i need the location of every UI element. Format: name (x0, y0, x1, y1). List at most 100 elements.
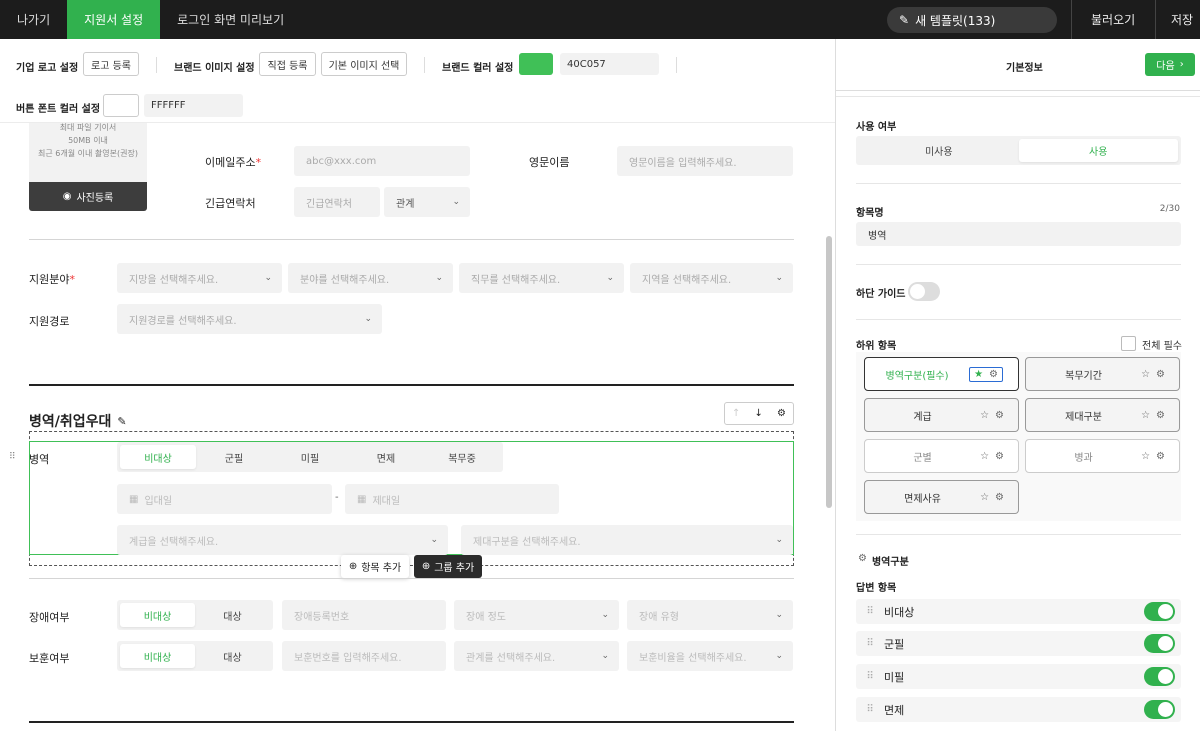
section-divider (29, 721, 794, 723)
drag-handle-icon[interactable]: ⠿ (856, 671, 884, 682)
login-preview-tab[interactable]: 로그인 화면 미리보기 (160, 0, 301, 39)
emergency-input[interactable]: 긴급연락처 (294, 187, 380, 217)
gear-icon[interactable]: ⚙ (1156, 410, 1165, 421)
military-tab[interactable]: 미필 (272, 445, 348, 469)
discharge-date-input[interactable]: ▦ 제대일 (345, 484, 559, 514)
gear-icon: ⚙ (858, 553, 867, 564)
disability-level-select[interactable]: 장애 정도 ⌄ (454, 600, 619, 630)
gear-icon[interactable]: ⚙ (995, 410, 1004, 421)
answer-toggle[interactable] (1144, 700, 1175, 719)
gear-icon[interactable]: ⚙ (989, 369, 998, 380)
add-group-button[interactable]: ⊕ 그룹 추가 (414, 555, 482, 578)
drag-handle-icon[interactable]: ⠿ (856, 638, 884, 649)
relation-select[interactable]: 관계 ⌄ (384, 187, 470, 217)
direct-register-button[interactable]: 직접 등록 (259, 52, 316, 76)
gear-icon[interactable]: ⚙ (777, 408, 786, 419)
usage-tab[interactable]: 미사용 (859, 139, 1019, 162)
brand-color-swatch[interactable] (519, 53, 553, 75)
logo-label: 기업 로고 설정 (16, 63, 79, 74)
answer-toggle[interactable] (1144, 602, 1175, 621)
job-select[interactable]: 직무를 선택해주세요. ⌄ (459, 263, 624, 293)
answer-toggle[interactable] (1144, 667, 1175, 686)
english-name-input[interactable]: 영문이름을 입력해주세요. (617, 146, 793, 176)
veteran-tab[interactable]: 대상 (195, 644, 270, 668)
sub-item-chip[interactable]: 군별 ☆ ⚙ (864, 439, 1019, 473)
pencil-icon[interactable]: ✎ (117, 415, 126, 428)
new-template-button[interactable]: ✎ 새 템플릿(133) (887, 7, 1057, 33)
star-icon[interactable]: ☆ (1141, 369, 1150, 380)
photo-register-button[interactable]: ◉ 사진등록 (29, 182, 147, 211)
load-button[interactable]: 불러오기 (1091, 0, 1135, 39)
disability-tab[interactable]: 대상 (195, 603, 270, 627)
drag-handle-icon[interactable]: ⠿ (856, 606, 884, 617)
add-item-button[interactable]: ⊕ 항목 추가 (341, 555, 409, 578)
military-tab[interactable]: 복무중 (424, 445, 500, 469)
divider (856, 264, 1181, 265)
arrow-up-icon[interactable]: ↑ (732, 408, 740, 419)
route-select[interactable]: 지원경로를 선택해주세요. ⌄ (117, 304, 382, 334)
usage-tab[interactable]: 사용 (1018, 139, 1178, 162)
logo-register-button[interactable]: 로고 등록 (83, 52, 139, 76)
military-section-label: 병역/취업우대 (29, 414, 112, 430)
star-icon[interactable]: ☆ (1141, 410, 1150, 421)
disability-type-select[interactable]: 장애 유형 ⌄ (627, 600, 793, 630)
sub-item-chip[interactable]: 제대구분 ☆ ⚙ (1025, 398, 1180, 432)
enlist-date-input[interactable]: ▦ 입대일 (117, 484, 332, 514)
next-button[interactable]: 다음 › (1145, 53, 1195, 76)
chevron-down-icon: ⌄ (264, 273, 272, 283)
form-editor: 최대 파일 기이서 50MB 이내 최근 6개월 이내 촬영본(권장) ◉ 사진… (0, 123, 820, 731)
gear-icon[interactable]: ⚙ (995, 492, 1004, 503)
sub-items-grid: 병역구분(필수) ★ ⚙ 복무기간 ☆ ⚙ 계급 ☆ ⚙ 제대구분 ☆ ⚙ 군별 ☆ ⚙ … (856, 352, 1181, 521)
sub-item-chip[interactable]: 병과 ☆ ⚙ (1025, 439, 1180, 473)
sub-item-chip[interactable]: 면제사유 ☆ ⚙ (864, 480, 1019, 514)
item-name-input[interactable]: 병역 (856, 222, 1181, 246)
veteran-ratio-select[interactable]: 보훈비율을 선택해주세요. ⌄ (627, 641, 793, 671)
gear-icon[interactable]: ⚙ (1156, 451, 1165, 462)
region-select[interactable]: 지역을 선택해주세요. ⌄ (630, 263, 793, 293)
divider (676, 57, 677, 73)
veteran-relation-select[interactable]: 관계를 선택해주세요. ⌄ (454, 641, 619, 671)
military-tab[interactable]: 군필 (196, 445, 272, 469)
star-icon[interactable]: ☆ (980, 451, 989, 462)
veteran-number-input[interactable]: 보훈번호를 입력해주세요. (282, 641, 446, 671)
bottom-guide-toggle[interactable] (908, 282, 940, 301)
drag-handle-icon[interactable]: ⠿ (9, 452, 16, 462)
hope-select[interactable]: 지망을 선택해주세요. ⌄ (117, 263, 282, 293)
gear-icon[interactable]: ⚙ (995, 451, 1004, 462)
star-icon[interactable]: ☆ (980, 492, 989, 503)
discharge-type-select[interactable]: 제대구분을 선택해주세요. ⌄ (461, 525, 793, 555)
arrow-down-icon[interactable]: ↓ (755, 408, 763, 419)
sub-item-label: 병역구분(필수) (885, 370, 949, 382)
sub-item-chip[interactable]: 복무기간 ☆ ⚙ (1025, 357, 1180, 391)
star-icon[interactable]: ☆ (1141, 451, 1150, 462)
rank-select[interactable]: 계급을 선택해주세요. ⌄ (117, 525, 448, 555)
settings-tab[interactable]: 지원서 설정 (67, 0, 161, 39)
default-image-button[interactable]: 기본 이미지 선택 (321, 52, 407, 76)
font-color-swatch[interactable] (103, 94, 139, 117)
area-select[interactable]: 분야를 선택해주세요. ⌄ (288, 263, 453, 293)
military-tab[interactable]: 면제 (348, 445, 424, 469)
sub-item-chip[interactable]: 계급 ☆ ⚙ (864, 398, 1019, 432)
sub-item-label: 제대구분 (1065, 411, 1102, 423)
answer-toggle[interactable] (1144, 634, 1175, 653)
sub-item-chip[interactable]: 병역구분(필수) ★ ⚙ (864, 357, 1019, 391)
star-filled-icon[interactable]: ★ (974, 369, 983, 380)
disability-tab[interactable]: 비대상 (120, 603, 195, 627)
save-button[interactable]: 저장 (1171, 0, 1193, 39)
disability-number-input[interactable]: 장애등록번호 (282, 600, 446, 630)
all-required-checkbox[interactable] (1121, 336, 1136, 351)
font-color-input[interactable]: FFFFFF (144, 94, 243, 117)
veteran-tab[interactable]: 비대상 (120, 644, 195, 668)
settings-panel: 기본정보 다음 › 사용 여부 미사용 사용 항목명 2/30 병역 하단 가이드… (835, 39, 1200, 731)
military-tab[interactable]: 비대상 (120, 445, 196, 469)
star-icon[interactable]: ☆ (980, 410, 989, 421)
exit-tab[interactable]: 나가기 (0, 0, 67, 39)
gear-icon[interactable]: ⚙ (1156, 369, 1165, 380)
brand-image-label: 브랜드 이미지 설정 (174, 63, 255, 74)
brand-color-input[interactable]: 40C057 (560, 53, 659, 75)
form-scrollbar[interactable] (826, 236, 832, 508)
answer-label: 비대상 (884, 605, 915, 619)
email-input[interactable]: abc@xxx.com (294, 146, 470, 176)
veteran-segment: 비대상 대상 (117, 641, 273, 671)
drag-handle-icon[interactable]: ⠿ (856, 704, 884, 715)
